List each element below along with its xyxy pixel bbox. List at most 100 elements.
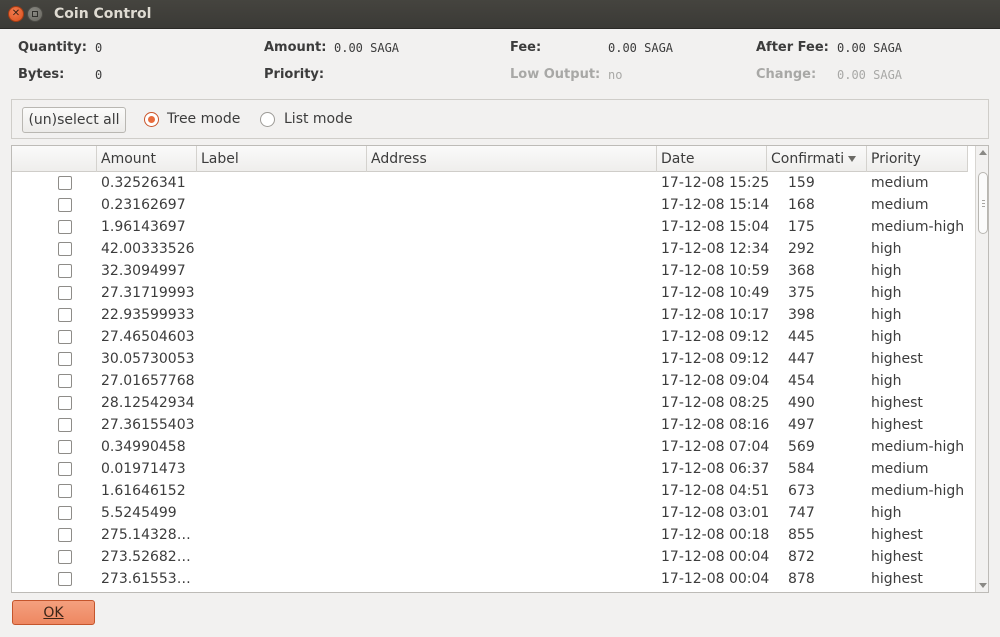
cell-date: 17-12-08 03:01 bbox=[661, 505, 770, 521]
scrollbar-thumb[interactable] bbox=[978, 172, 988, 234]
row-checkbox[interactable] bbox=[58, 396, 72, 410]
column-header-priority[interactable]: Priority bbox=[867, 146, 968, 172]
table-row[interactable]: 1.61646152 17-12-08 04:51 673 medium-high bbox=[12, 480, 968, 502]
cell-confirmations: 292 bbox=[788, 241, 815, 257]
table-body: 0.32526341 17-12-08 15:25 159 medium 0.23162… bbox=[12, 172, 968, 590]
table-row[interactable]: 273.61553… 17-12-08 00:04 878 highest bbox=[12, 568, 968, 590]
cell-amount: 0.32526341 bbox=[101, 175, 186, 191]
row-checkbox[interactable] bbox=[58, 572, 72, 586]
close-icon: ✕ bbox=[11, 8, 21, 19]
table-row[interactable]: 0.34990458 17-12-08 07:04 569 medium-high bbox=[12, 436, 968, 458]
after-fee-label: After Fee: bbox=[756, 40, 829, 55]
low-output-value: no bbox=[608, 68, 623, 82]
cell-amount: 5.5245499 bbox=[101, 505, 177, 521]
row-checkbox[interactable] bbox=[58, 220, 72, 234]
cell-amount: 275.14328… bbox=[101, 527, 191, 543]
cell-confirmations: 872 bbox=[788, 549, 815, 565]
cell-priority: high bbox=[871, 307, 902, 323]
column-header-amount[interactable]: Amount bbox=[97, 146, 197, 172]
vertical-scrollbar[interactable] bbox=[975, 146, 988, 592]
priority-label: Priority: bbox=[264, 67, 325, 82]
row-checkbox[interactable] bbox=[58, 462, 72, 476]
cell-amount: 0.23162697 bbox=[101, 197, 186, 213]
cell-priority: high bbox=[871, 505, 902, 521]
cell-confirmations: 447 bbox=[788, 351, 815, 367]
low-output-label: Low Output: bbox=[510, 67, 601, 82]
row-checkbox[interactable] bbox=[58, 264, 72, 278]
row-checkbox[interactable] bbox=[58, 440, 72, 454]
row-checkbox[interactable] bbox=[58, 308, 72, 322]
cell-confirmations: 878 bbox=[788, 571, 815, 587]
list-mode-radio[interactable] bbox=[260, 112, 275, 127]
cell-date: 17-12-08 00:04 bbox=[661, 549, 770, 565]
row-checkbox[interactable] bbox=[58, 176, 72, 190]
table-row[interactable]: 0.01971473 17-12-08 06:37 584 medium bbox=[12, 458, 968, 480]
table-row[interactable]: 275.14328… 17-12-08 00:18 855 highest bbox=[12, 524, 968, 546]
mode-bar: (un)select all Tree mode List mode bbox=[11, 99, 989, 139]
tree-mode-radio[interactable] bbox=[144, 112, 159, 127]
table-row[interactable]: 27.01657768 17-12-08 09:04 454 high bbox=[12, 370, 968, 392]
row-checkbox[interactable] bbox=[58, 528, 72, 542]
tree-mode-label[interactable]: Tree mode bbox=[167, 111, 240, 127]
change-value: 0.00 SAGA bbox=[837, 68, 903, 82]
after-fee-value: 0.00 SAGA bbox=[837, 41, 903, 55]
column-header-date[interactable]: Date bbox=[657, 146, 767, 172]
column-header-address[interactable]: Address bbox=[367, 146, 657, 172]
table-row[interactable]: 22.93599933 17-12-08 10:17 398 high bbox=[12, 304, 968, 326]
column-header-select[interactable] bbox=[12, 146, 97, 172]
scroll-down-icon[interactable] bbox=[979, 583, 987, 588]
row-checkbox[interactable] bbox=[58, 550, 72, 564]
cell-amount: 27.31719993 bbox=[101, 285, 195, 301]
table-row[interactable]: 32.3094997 17-12-08 10:59 368 high bbox=[12, 260, 968, 282]
row-checkbox[interactable] bbox=[58, 484, 72, 498]
table-row[interactable]: 273.52682… 17-12-08 00:04 872 highest bbox=[12, 546, 968, 568]
fee-label: Fee: bbox=[510, 40, 542, 55]
cell-priority: high bbox=[871, 329, 902, 345]
row-checkbox[interactable] bbox=[58, 506, 72, 520]
table-row[interactable]: 0.23162697 17-12-08 15:14 168 medium bbox=[12, 194, 968, 216]
table-row[interactable]: 1.96143697 17-12-08 15:04 175 medium-high bbox=[12, 216, 968, 238]
unselect-all-button[interactable]: (un)select all bbox=[22, 107, 126, 133]
cell-confirmations: 497 bbox=[788, 417, 815, 433]
cell-amount: 32.3094997 bbox=[101, 263, 186, 279]
cell-priority: high bbox=[871, 373, 902, 389]
cell-confirmations: 584 bbox=[788, 461, 815, 477]
cell-priority: highest bbox=[871, 549, 923, 565]
table-row[interactable]: 27.36155403 17-12-08 08:16 497 highest bbox=[12, 414, 968, 436]
table-row[interactable]: 27.46504603 17-12-08 09:12 445 high bbox=[12, 326, 968, 348]
row-checkbox[interactable] bbox=[58, 418, 72, 432]
cell-date: 17-12-08 09:12 bbox=[661, 329, 770, 345]
table-row[interactable]: 5.5245499 17-12-08 03:01 747 high bbox=[12, 502, 968, 524]
table-row[interactable]: 30.05730053 17-12-08 09:12 447 highest bbox=[12, 348, 968, 370]
cell-amount: 0.34990458 bbox=[101, 439, 186, 455]
table-row[interactable]: 42.00333526 17-12-08 12:34 292 high bbox=[12, 238, 968, 260]
cell-confirmations: 175 bbox=[788, 219, 815, 235]
row-checkbox[interactable] bbox=[58, 352, 72, 366]
cell-confirmations: 168 bbox=[788, 197, 815, 213]
table-row[interactable]: 0.32526341 17-12-08 15:25 159 medium bbox=[12, 172, 968, 194]
table-row[interactable]: 27.31719993 17-12-08 10:49 375 high bbox=[12, 282, 968, 304]
list-mode-label[interactable]: List mode bbox=[284, 111, 353, 127]
cell-amount: 42.00333526 bbox=[101, 241, 195, 257]
quantity-value: 0 bbox=[95, 41, 103, 55]
column-header-label[interactable]: Label bbox=[197, 146, 367, 172]
ok-button[interactable]: OK bbox=[12, 600, 95, 625]
fee-value: 0.00 SAGA bbox=[608, 41, 674, 55]
cell-amount: 27.01657768 bbox=[101, 373, 195, 389]
window-title: Coin Control bbox=[54, 6, 152, 22]
row-checkbox[interactable] bbox=[58, 242, 72, 256]
table-row[interactable]: 28.12542934 17-12-08 08:25 490 highest bbox=[12, 392, 968, 414]
cell-confirmations: 490 bbox=[788, 395, 815, 411]
scroll-up-icon[interactable] bbox=[979, 150, 987, 155]
close-window-button[interactable]: ✕ bbox=[8, 6, 24, 22]
row-checkbox[interactable] bbox=[58, 330, 72, 344]
row-checkbox[interactable] bbox=[58, 286, 72, 300]
cell-date: 17-12-08 10:49 bbox=[661, 285, 770, 301]
maximize-window-button[interactable] bbox=[27, 6, 43, 22]
change-label: Change: bbox=[756, 67, 817, 82]
row-checkbox[interactable] bbox=[58, 198, 72, 212]
row-checkbox[interactable] bbox=[58, 374, 72, 388]
cell-confirmations: 747 bbox=[788, 505, 815, 521]
cell-amount: 28.12542934 bbox=[101, 395, 195, 411]
cell-date: 17-12-08 08:16 bbox=[661, 417, 770, 433]
